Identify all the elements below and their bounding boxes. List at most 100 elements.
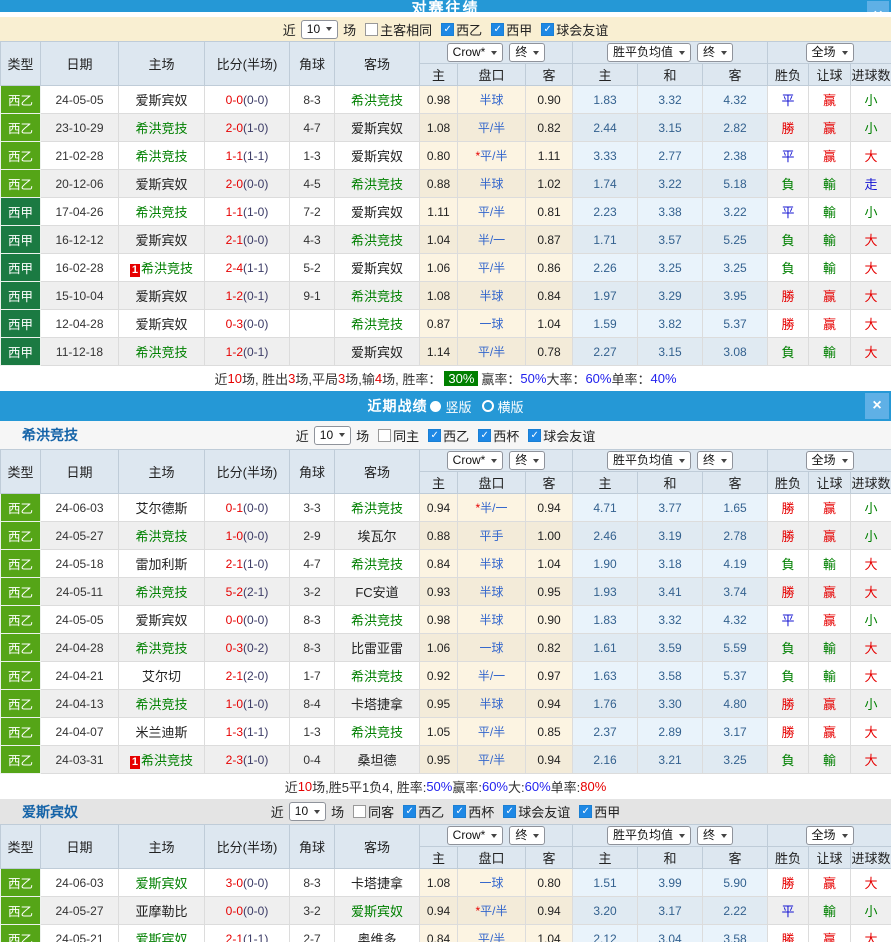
team-label: 艾尔切: [142, 669, 181, 684]
odds-company-select[interactable]: Crow*: [447, 43, 504, 62]
match-count-select[interactable]: 10: [289, 802, 326, 821]
handicap-result-cell: 輸: [809, 662, 851, 690]
table-row: 西乙24-04-13希洪竞技1-0(1-0)8-4卡塔捷拿0.95半球0.941…: [1, 690, 891, 718]
checkbox-checked-icon[interactable]: ✓: [579, 805, 592, 818]
avg-stage-select[interactable]: 终: [697, 826, 733, 845]
checkbox-item[interactable]: 同客: [353, 802, 394, 821]
goals-result-cell: 大: [851, 550, 891, 578]
home-team-cell: 爱斯宾奴: [119, 925, 205, 942]
radio-vertical-selected[interactable]: [430, 401, 441, 412]
scope-select[interactable]: 全场: [806, 451, 854, 470]
odds-home-cell: 0.95: [420, 746, 458, 774]
avg-type-select[interactable]: 胜平负均值: [607, 43, 691, 62]
filter-near-label: 近: [271, 802, 284, 821]
checkbox-item[interactable]: ✓西杯: [453, 802, 494, 821]
checkbox-item[interactable]: ✓西乙: [428, 426, 469, 445]
checkbox-checked-icon[interactable]: ✓: [478, 429, 491, 442]
handicap-cell: 一球: [458, 634, 526, 662]
avg-away-cell: 4.80: [703, 690, 768, 718]
avg-away-cell: 2.82: [703, 114, 768, 142]
odds-stage-select[interactable]: 终: [509, 43, 545, 62]
radio-horizontal-label[interactable]: 横版: [498, 397, 524, 416]
checkbox-unchecked-icon[interactable]: [378, 429, 391, 442]
team-label: 卡塔捷拿: [351, 876, 403, 891]
team-label: 桑坦德: [357, 753, 396, 768]
checkbox-item[interactable]: ✓西乙: [403, 802, 444, 821]
checkbox-item[interactable]: ✓西甲: [491, 20, 532, 39]
checkbox-checked-icon[interactable]: ✓: [453, 805, 466, 818]
checkbox-checked-icon[interactable]: ✓: [541, 23, 554, 36]
odds-stage-select[interactable]: 终: [509, 826, 545, 845]
fulltime-score: 1-0: [226, 529, 243, 543]
checkbox-label: 同客: [368, 802, 394, 821]
checkbox-checked-icon[interactable]: ✓: [428, 429, 441, 442]
score-cell: 2-1(1-1): [205, 925, 290, 942]
handicap-cell: 平/半: [458, 718, 526, 746]
halftime-score: (1-1): [243, 932, 268, 942]
handicap-label: 一球: [479, 317, 503, 331]
home-team-cell: 1希洪竞技: [119, 746, 205, 774]
avg-away-cell: 1.65: [703, 494, 768, 522]
fulltime-score: 1-0: [226, 697, 243, 711]
team-label: 埃瓦尔: [357, 529, 396, 544]
checkbox-item[interactable]: ✓球会友谊: [503, 802, 570, 821]
odds-stage-select[interactable]: 终: [509, 451, 545, 470]
checkbox-item[interactable]: ✓球会友谊: [541, 20, 608, 39]
chevron-down-icon: [721, 834, 727, 838]
team-label: 爱斯宾奴: [351, 205, 403, 220]
checkbox-unchecked-icon[interactable]: [365, 23, 378, 36]
fulltime-score: 5-2: [226, 585, 243, 599]
radio-vertical-label[interactable]: 竖版: [445, 397, 471, 416]
date-cell: 17-04-26: [41, 198, 119, 226]
match-count-select[interactable]: 10: [301, 20, 338, 39]
team-label: 希洪竞技: [351, 669, 403, 684]
avg-stage-select[interactable]: 终: [697, 43, 733, 62]
summary-segment: 30%: [444, 371, 478, 386]
odds-company-select[interactable]: Crow*: [447, 451, 504, 470]
scope-select[interactable]: 全场: [806, 43, 854, 62]
checkbox-item[interactable]: 同主: [378, 426, 419, 445]
checkbox-item[interactable]: ✓西乙: [441, 20, 482, 39]
checkbox-checked-icon[interactable]: ✓: [491, 23, 504, 36]
h2h-title-bar: 对赛往绩 ×: [0, 0, 891, 12]
avg-stage-select[interactable]: 终: [697, 451, 733, 470]
team-label: 爱斯宾奴: [135, 233, 187, 248]
home-team-cell: 爱斯宾奴: [119, 869, 205, 897]
checkbox-item[interactable]: ✓西杯: [478, 426, 519, 445]
scope-select[interactable]: 全场: [806, 826, 854, 845]
handicap-label: 半/一: [478, 233, 505, 247]
checkbox-label: 西甲: [506, 20, 532, 39]
column-header: 日期: [41, 825, 119, 869]
checkbox-item[interactable]: ✓西甲: [579, 802, 620, 821]
close-button[interactable]: ×: [865, 393, 889, 419]
summary-segment: 3: [288, 371, 295, 386]
avg-away-cell: 5.37: [703, 662, 768, 690]
chevron-down-icon: [326, 27, 332, 31]
avg-type-select[interactable]: 胜平负均值: [607, 451, 691, 470]
avg-draw-cell: 2.77: [638, 142, 703, 170]
checkbox-checked-icon[interactable]: ✓: [441, 23, 454, 36]
date-cell: 24-05-11: [41, 578, 119, 606]
goals-result-cell: 小: [851, 114, 891, 142]
odds-home-cell: 1.08: [420, 282, 458, 310]
checkbox-item[interactable]: 主客相同: [365, 20, 432, 39]
handicap-result-cell: 輸: [809, 746, 851, 774]
column-header: 胜负: [768, 64, 809, 86]
avg-type-select[interactable]: 胜平负均值: [607, 826, 691, 845]
odds-home-cell: 0.84: [420, 550, 458, 578]
checkbox-unchecked-icon[interactable]: [353, 805, 366, 818]
checkbox-checked-icon[interactable]: ✓: [528, 429, 541, 442]
odds-away-cell: 1.04: [526, 310, 573, 338]
match-count-select[interactable]: 10: [314, 426, 351, 445]
checkbox-item[interactable]: ✓球会友谊: [528, 426, 595, 445]
odds-away-cell: 0.87: [526, 226, 573, 254]
odds-company-select[interactable]: Crow*: [447, 826, 504, 845]
avg-draw-cell: 3.41: [638, 578, 703, 606]
checkbox-checked-icon[interactable]: ✓: [403, 805, 416, 818]
close-icon[interactable]: ×: [867, 1, 889, 12]
handicap-label: 半球: [479, 177, 503, 191]
away-team-cell: 希洪竞技: [335, 606, 420, 634]
radio-horizontal[interactable]: [482, 400, 494, 412]
halftime-score: (0-0): [243, 876, 268, 890]
checkbox-checked-icon[interactable]: ✓: [503, 805, 516, 818]
